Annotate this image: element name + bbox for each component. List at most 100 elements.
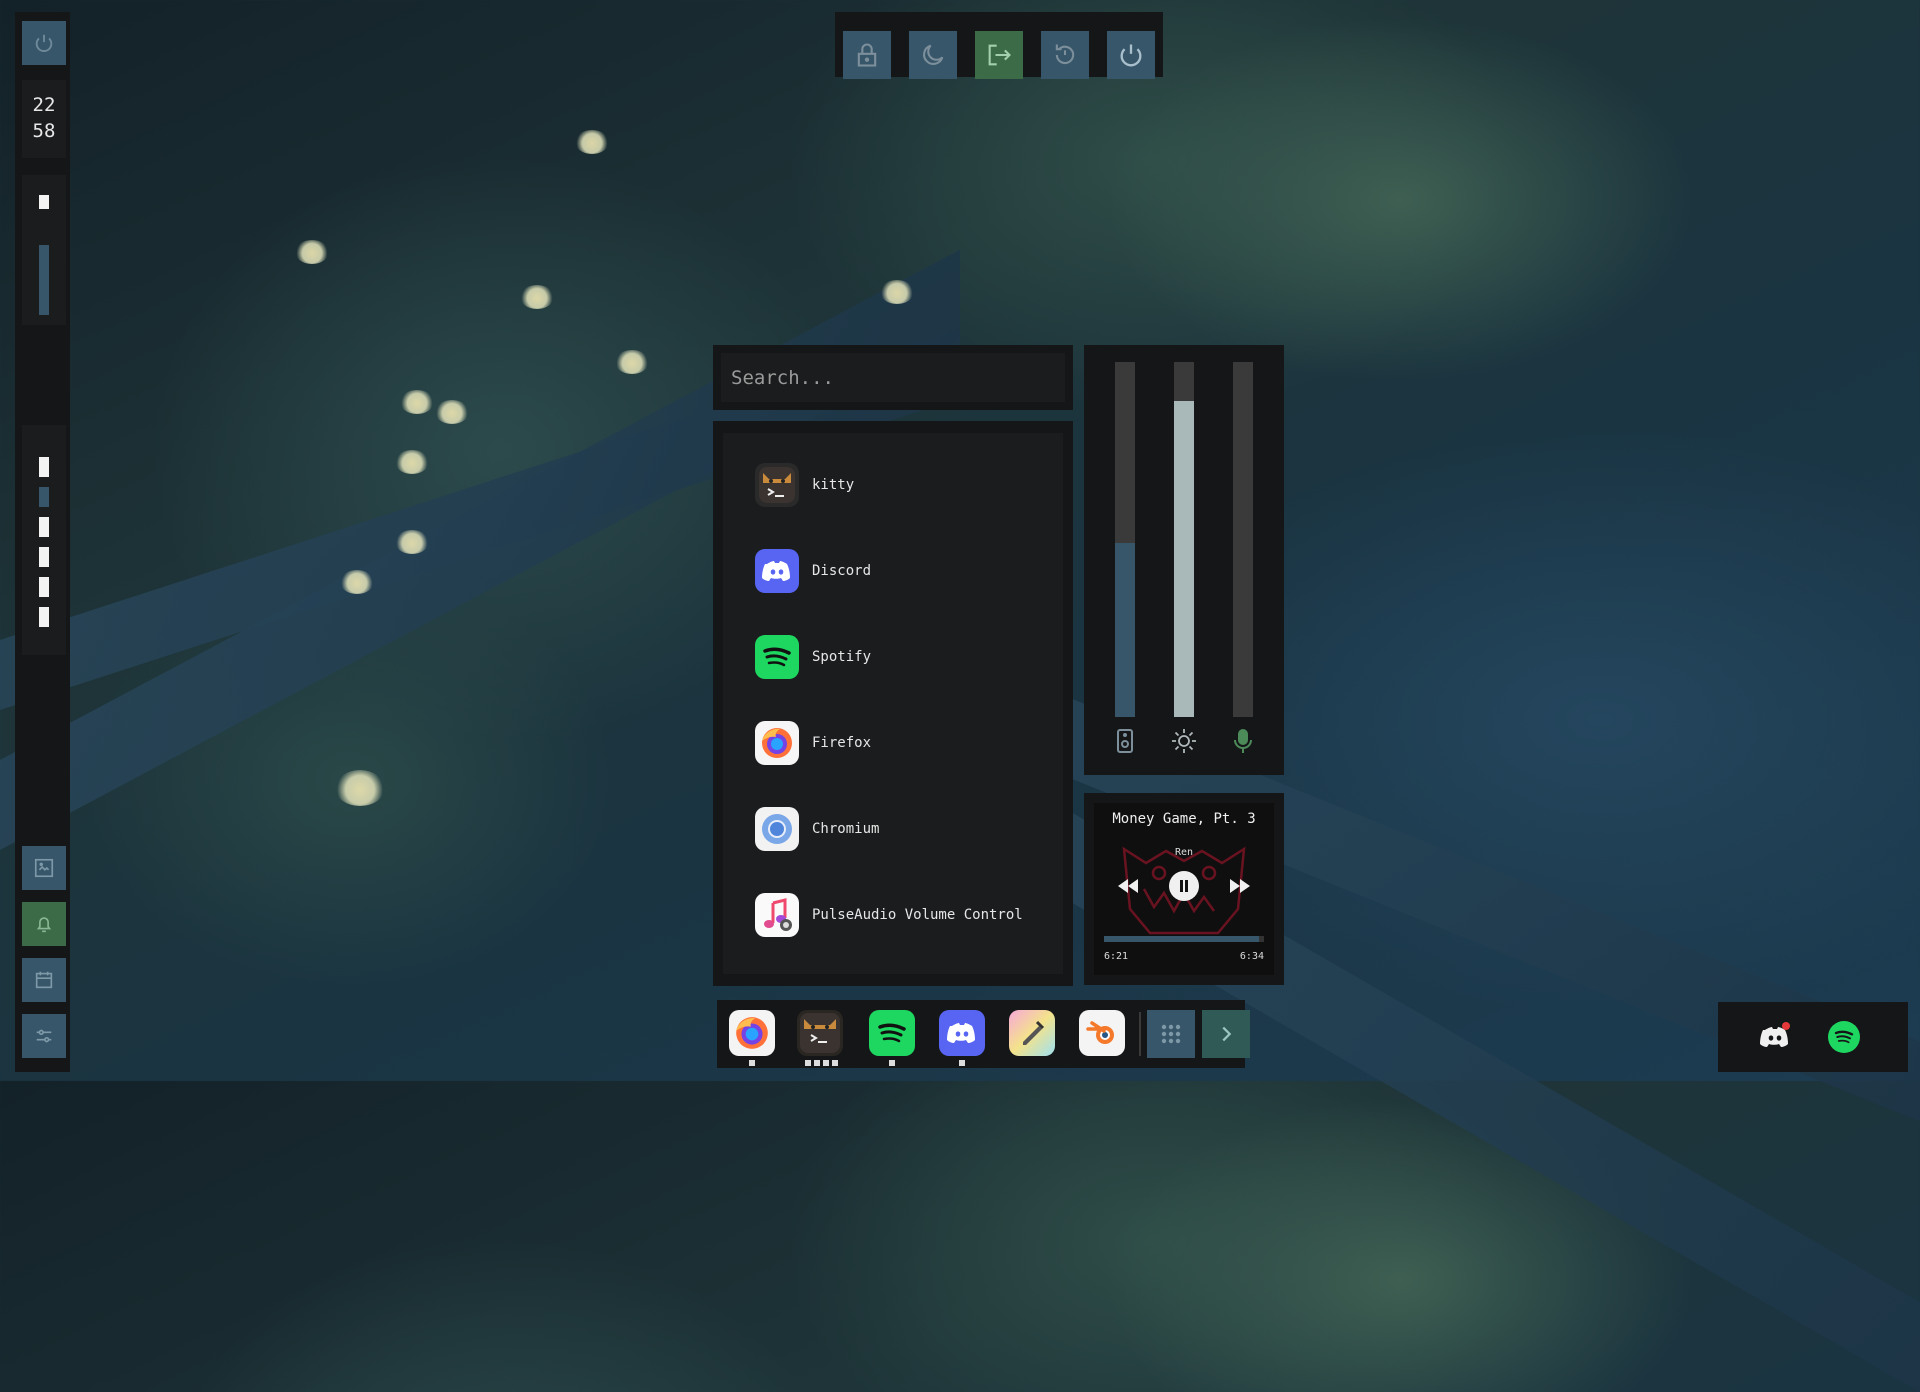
spotify-icon xyxy=(755,635,799,679)
clock: 22 58 xyxy=(22,80,66,158)
chromium-icon xyxy=(755,807,799,851)
brightness-fill xyxy=(1174,401,1194,717)
quick-sliders xyxy=(1084,345,1284,775)
rewind-icon xyxy=(1118,879,1138,893)
track-title: Money Game, Pt. 3 xyxy=(1112,811,1256,827)
running-indicator xyxy=(889,1060,895,1066)
app-item-kitty[interactable]: kitty xyxy=(723,450,1063,520)
color-picker-icon xyxy=(1023,1020,1045,1045)
lock-button[interactable] xyxy=(843,31,891,79)
workspace-1[interactable] xyxy=(39,457,49,477)
app-label: kitty xyxy=(812,477,855,493)
clock-hour: 22 xyxy=(32,94,56,116)
screenshot-icon xyxy=(34,858,54,878)
dock-firefox[interactable] xyxy=(729,1010,775,1056)
battery-cap xyxy=(39,195,49,209)
previous-button[interactable] xyxy=(1116,877,1140,899)
track-artist: Ren xyxy=(1174,847,1194,858)
firefox-icon xyxy=(755,721,799,765)
kitty-icon xyxy=(755,463,799,507)
mic-slider[interactable] xyxy=(1233,362,1253,717)
app-label: Firefox xyxy=(812,735,872,751)
suspend-button[interactable] xyxy=(909,31,957,79)
search-input[interactable] xyxy=(721,353,1065,402)
bell-icon xyxy=(36,917,52,933)
chevron-right-icon xyxy=(1222,1026,1232,1042)
dock-spotify[interactable] xyxy=(869,1010,915,1056)
tray-spotify[interactable] xyxy=(1828,1021,1860,1053)
app-grid-button[interactable] xyxy=(1147,1010,1195,1058)
dock-colorpicker[interactable] xyxy=(1009,1010,1055,1056)
running-indicator xyxy=(959,1060,965,1066)
dock xyxy=(717,1000,1250,1068)
power-icon xyxy=(1120,44,1142,67)
dock-blender[interactable] xyxy=(1079,1010,1125,1056)
brightness-slider[interactable] xyxy=(1174,362,1194,717)
sliders-icon xyxy=(36,1029,52,1043)
spotify-icon xyxy=(878,1023,906,1043)
app-label: Spotify xyxy=(812,649,872,665)
app-item-firefox[interactable]: Firefox xyxy=(723,708,1063,778)
app-item-chromium[interactable]: Chromium xyxy=(723,794,1063,864)
next-button[interactable] xyxy=(1228,877,1252,899)
reboot-button[interactable] xyxy=(1041,31,1089,79)
kitty-icon xyxy=(800,1013,840,1053)
running-indicator xyxy=(749,1060,755,1066)
logout-button[interactable] xyxy=(975,31,1023,79)
system-tray xyxy=(1718,1002,1908,1072)
dock-kitty[interactable] xyxy=(797,1010,843,1056)
firefox-icon xyxy=(736,1017,768,1049)
calendar-button[interactable] xyxy=(22,958,66,1002)
app-item-discord[interactable]: Discord xyxy=(723,536,1063,606)
notifications-button[interactable] xyxy=(22,902,66,946)
blender-icon xyxy=(1086,1021,1114,1044)
moon-icon xyxy=(923,44,944,65)
reboot-icon xyxy=(1055,44,1075,65)
power-menu xyxy=(835,12,1163,79)
app-label: Discord xyxy=(812,563,872,579)
search-box xyxy=(713,345,1073,410)
power-icon xyxy=(35,34,53,52)
battery-indicator xyxy=(22,175,66,325)
screenshot-button[interactable] xyxy=(22,846,66,890)
logout-icon xyxy=(988,44,1011,66)
sun-icon xyxy=(1172,729,1196,753)
power-button[interactable] xyxy=(22,21,66,65)
clock-minute: 58 xyxy=(32,120,56,142)
workspace-4[interactable] xyxy=(39,547,49,567)
media-card: Money Game, Pt. 3 Ren 6:21 6:34 xyxy=(1094,803,1274,975)
app-item-spotify[interactable]: Spotify xyxy=(723,622,1063,692)
workspace-3[interactable] xyxy=(39,517,49,537)
workspace-switcher xyxy=(22,425,66,655)
app-label: PulseAudio Volume Control xyxy=(812,907,1023,923)
grid-icon xyxy=(1161,1024,1181,1044)
notification-badge xyxy=(1782,1022,1790,1030)
dock-separator xyxy=(1139,1012,1141,1056)
shutdown-button[interactable] xyxy=(1107,31,1155,79)
running-indicator xyxy=(805,1060,811,1066)
dock-discord[interactable] xyxy=(939,1010,985,1056)
app-item-pulseaudio[interactable]: PulseAudio Volume Control xyxy=(723,880,1063,950)
running-indicator xyxy=(832,1060,838,1066)
total-time: 6:34 xyxy=(1239,951,1264,962)
app-list: kitty Discord Spotify Firefox Chromium P… xyxy=(723,433,1063,974)
pause-icon xyxy=(1180,880,1188,892)
progress-fill xyxy=(1104,936,1260,942)
progress-bar[interactable] xyxy=(1104,936,1264,942)
workspace-5[interactable] xyxy=(39,577,49,597)
workspace-2[interactable] xyxy=(39,487,49,507)
pulseaudio-icon xyxy=(755,893,799,937)
play-pause-button[interactable] xyxy=(1169,871,1199,901)
media-player: Money Game, Pt. 3 Ren 6:21 6:34 xyxy=(1084,793,1284,985)
workspace-6[interactable] xyxy=(39,607,49,627)
volume-slider[interactable] xyxy=(1115,362,1135,717)
settings-button[interactable] xyxy=(22,1014,66,1058)
spotify-icon xyxy=(1834,1030,1854,1044)
lock-icon xyxy=(857,43,877,67)
volume-fill xyxy=(1115,543,1135,717)
tray-discord[interactable] xyxy=(1760,1022,1790,1054)
dock-expand-button[interactable] xyxy=(1202,1010,1250,1058)
mic-icon xyxy=(1234,729,1252,753)
discord-icon xyxy=(755,549,799,593)
battery-level xyxy=(39,245,49,315)
